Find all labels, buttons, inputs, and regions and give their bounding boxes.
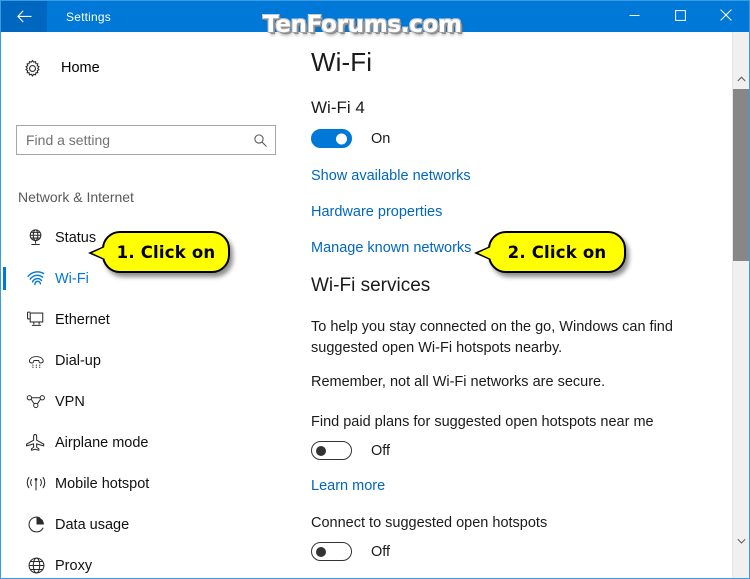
paid-plans-toggle[interactable] [311, 441, 352, 460]
callout-step-1: 1. Click on [88, 231, 230, 273]
toggle-knob [316, 546, 326, 557]
sidebar-item-wifi-label: Wi-Fi [55, 270, 89, 287]
window-body: Home Network & Internet [1, 32, 749, 578]
back-button[interactable] [1, 1, 47, 32]
sidebar-item-mobile-hotspot-label: Mobile hotspot [55, 475, 150, 492]
sidebar-item-proxy[interactable]: Proxy [1, 545, 298, 578]
sidebar-item-airplane-mode[interactable]: Airplane mode [1, 422, 298, 463]
sidebar-item-ethernet[interactable]: Ethernet [1, 299, 298, 340]
sidebar-item-proxy-label: Proxy [55, 557, 93, 574]
link-manage-known-networks[interactable]: Manage known networks [311, 240, 471, 256]
search-input[interactable] [17, 126, 245, 154]
sidebar-item-ethernet-label: Ethernet [55, 311, 110, 328]
mobile-hotspot-icon [19, 475, 53, 493]
sidebar-item-home[interactable]: Home [1, 49, 298, 87]
main-content: Wi-Fi Wi-Fi 4 On Show available networks… [298, 32, 749, 578]
dialup-phone-icon [19, 352, 53, 369]
wifi-toggle-row: On [311, 129, 390, 148]
toggle-knob [336, 133, 347, 144]
maximize-button[interactable] [657, 1, 703, 32]
sidebar-item-dialup-label: Dial-up [55, 352, 101, 369]
close-icon [720, 8, 732, 26]
callout-step-2: 2. Click on [474, 231, 626, 273]
wifi-icon [19, 270, 53, 287]
settings-window: Settings TenForums.com Home Find a setti… [0, 0, 750, 579]
chevron-down-icon [737, 531, 746, 549]
link-learn-more[interactable]: Learn more [311, 478, 385, 494]
titlebar-drag-area[interactable] [111, 1, 611, 32]
connect-hotspots-label: Connect to suggested open hotspots [311, 515, 548, 531]
ethernet-icon [19, 310, 53, 329]
callout-tail-inner [92, 247, 105, 259]
paid-plans-toggle-row: Off [311, 441, 390, 460]
search-box[interactable] [16, 125, 276, 155]
vertical-scrollbar[interactable] [732, 32, 749, 578]
sidebar-item-airplane-mode-label: Airplane mode [55, 434, 149, 451]
search-icon[interactable] [245, 133, 275, 148]
paid-plans-label: Find paid plans for suggested open hotsp… [311, 414, 654, 430]
globe-status-icon [19, 228, 53, 247]
minimize-button[interactable] [611, 1, 657, 32]
sidebar-item-vpn[interactable]: VPN [1, 381, 298, 422]
callout-step-1-text: 1. Click on [116, 242, 216, 262]
chevron-up-icon [737, 69, 746, 87]
sidebar-item-vpn-label: VPN [55, 393, 85, 410]
services-paragraph-1: To help you stay connected on the go, Wi… [311, 319, 673, 356]
globe-proxy-icon [19, 556, 53, 575]
sidebar-item-data-usage-label: Data usage [55, 516, 130, 533]
services-heading: Wi-Fi services [311, 275, 431, 296]
pie-chart-icon [19, 515, 53, 534]
title-bar: Settings [1, 1, 749, 32]
adapter-name: Wi-Fi 4 [311, 98, 365, 117]
minimize-icon [629, 8, 640, 26]
sidebar-item-home-label: Home [61, 60, 100, 76]
sidebar-item-mobile-hotspot[interactable]: Mobile hotspot [1, 463, 298, 504]
sidebar-item-data-usage[interactable]: Data usage [1, 504, 298, 545]
paid-plans-toggle-state: Off [371, 442, 391, 459]
scroll-down-button[interactable] [733, 531, 749, 548]
callout-step-2-text: 2. Click on [507, 242, 607, 262]
sidebar-item-status-label: Status [55, 229, 97, 246]
sidebar-group-title: Network & Internet [18, 189, 134, 205]
wifi-toggle-state: On [371, 130, 391, 147]
page-title: Wi-Fi [311, 47, 373, 77]
wifi-toggle[interactable] [311, 129, 352, 148]
airplane-icon [19, 433, 53, 452]
maximize-icon [674, 8, 686, 26]
link-hardware-properties[interactable]: Hardware properties [311, 204, 442, 220]
connect-hotspots-toggle-state: Off [371, 543, 391, 560]
back-arrow-icon [16, 10, 32, 23]
window-title: Settings [66, 9, 111, 24]
sidebar: Home Network & Internet [1, 32, 298, 578]
scrollbar-thumb[interactable] [733, 89, 749, 261]
vpn-icon [19, 394, 53, 409]
callout-tail-inner [478, 247, 491, 259]
gear-icon [11, 59, 53, 78]
sidebar-item-dialup[interactable]: Dial-up [1, 340, 298, 381]
link-show-available-networks[interactable]: Show available networks [311, 168, 471, 184]
connect-hotspots-toggle-row: Off [311, 542, 390, 561]
services-paragraph-2: Remember, not all Wi-Fi networks are sec… [311, 374, 606, 390]
toggle-knob [316, 445, 326, 456]
scroll-up-button[interactable] [733, 69, 749, 86]
connect-hotspots-toggle[interactable] [311, 542, 352, 561]
close-button[interactable] [703, 1, 749, 32]
